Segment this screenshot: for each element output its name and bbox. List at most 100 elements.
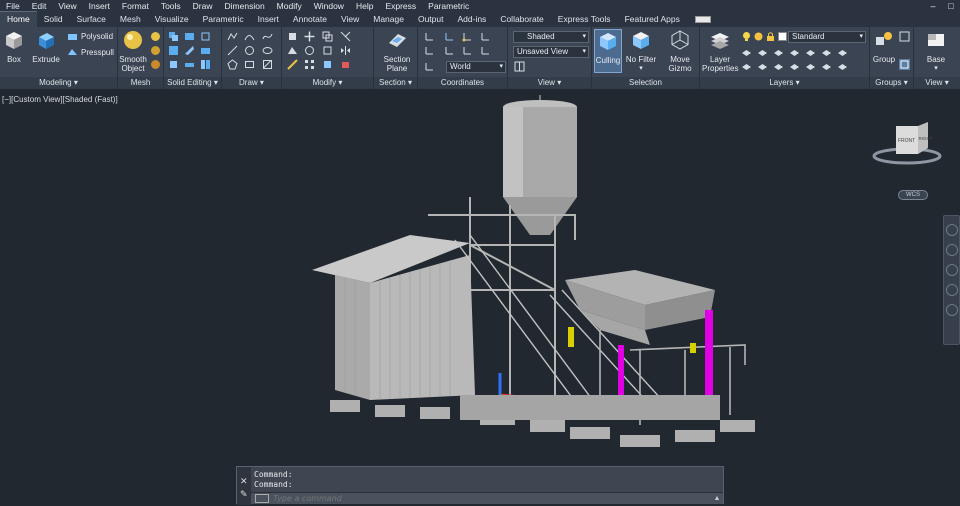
layer-thaw-icon[interactable] bbox=[753, 31, 764, 42]
align-icon[interactable] bbox=[322, 45, 333, 56]
menu-parametric[interactable]: Parametric bbox=[422, 0, 475, 12]
erase-icon[interactable] bbox=[340, 59, 351, 70]
ellipse-icon[interactable] bbox=[262, 45, 273, 56]
mesh-smooth-more-icon[interactable] bbox=[150, 31, 161, 42]
thicken-icon[interactable] bbox=[184, 59, 195, 70]
zoom-extents-icon[interactable] bbox=[945, 264, 958, 276]
panel-layers-title[interactable]: Layers ▾ bbox=[700, 77, 869, 89]
layer-unlock-icon[interactable] bbox=[805, 61, 816, 72]
panel-draw-title[interactable]: Draw ▾ bbox=[222, 77, 281, 89]
menu-tools[interactable]: Tools bbox=[155, 0, 187, 12]
tab-view[interactable]: View bbox=[334, 12, 366, 27]
move-gizmo-button[interactable]: Move Gizmo bbox=[664, 29, 696, 73]
command-recent-icon[interactable] bbox=[255, 494, 269, 503]
panel-groups-title[interactable]: Groups ▾ bbox=[870, 77, 913, 89]
minimize-button[interactable]: – bbox=[924, 0, 942, 12]
close-icon[interactable]: ✕ bbox=[240, 476, 248, 487]
layer-properties-button[interactable]: Layer Properties bbox=[702, 29, 738, 73]
extrude-faces-icon[interactable] bbox=[200, 45, 211, 56]
panel-modify-title[interactable]: Modify ▾ bbox=[282, 77, 373, 89]
ucs-view-icon[interactable] bbox=[424, 45, 435, 56]
tab-insert[interactable]: Insert bbox=[251, 12, 286, 27]
array-icon[interactable] bbox=[304, 59, 315, 70]
section-plane-button[interactable]: Section Plane bbox=[380, 29, 414, 73]
menu-window[interactable]: Window bbox=[308, 0, 350, 12]
viewcube[interactable]: FRONT RIGHT bbox=[872, 120, 942, 166]
base-button[interactable]: Base ▾ bbox=[922, 29, 950, 73]
panel-solid-editing-title[interactable]: Solid Editing ▾ bbox=[164, 77, 221, 89]
menu-dimension[interactable]: Dimension bbox=[219, 0, 271, 12]
panel-coordinates-title[interactable]: Coordinates bbox=[418, 77, 507, 89]
named-view-dropdown[interactable]: Unsaved View bbox=[513, 46, 589, 58]
layer-thaw-all-icon[interactable] bbox=[837, 61, 848, 72]
line-icon[interactable] bbox=[227, 45, 238, 56]
menu-format[interactable]: Format bbox=[116, 0, 155, 12]
stretch-icon[interactable] bbox=[322, 59, 333, 70]
visual-style-dropdown[interactable]: Shaded bbox=[513, 31, 589, 43]
intersect-icon[interactable] bbox=[168, 59, 179, 70]
interfere-icon[interactable] bbox=[184, 31, 195, 42]
tab-surface[interactable]: Surface bbox=[70, 12, 113, 27]
pan-icon[interactable] bbox=[945, 244, 958, 256]
layer-merge-icon[interactable] bbox=[757, 61, 768, 72]
panel-modeling-title[interactable]: Modeling ▾ bbox=[0, 77, 117, 89]
subtract-icon[interactable] bbox=[168, 45, 179, 56]
tab-solid[interactable]: Solid bbox=[37, 12, 70, 27]
move-icon[interactable] bbox=[304, 31, 315, 42]
tab-visualize[interactable]: Visualize bbox=[148, 12, 196, 27]
rotate-icon[interactable] bbox=[304, 45, 315, 56]
restore-button[interactable]: □ bbox=[942, 0, 960, 12]
ucs-named-icon[interactable] bbox=[424, 61, 435, 72]
layer-color-icon[interactable] bbox=[777, 31, 788, 42]
slice-icon[interactable] bbox=[184, 45, 195, 56]
rotate-3d-icon[interactable] bbox=[287, 45, 298, 56]
edit-icon[interactable] bbox=[287, 59, 298, 70]
polysolid-button[interactable]: Polysolid bbox=[67, 31, 113, 42]
no-filter-button[interactable]: No Filter ▾ bbox=[625, 29, 657, 73]
polygon-icon[interactable] bbox=[227, 59, 238, 70]
group-selection-toggle-icon[interactable] bbox=[899, 59, 910, 70]
gizmo-icon[interactable] bbox=[287, 31, 298, 42]
panel-selection-title[interactable]: Selection bbox=[592, 77, 699, 89]
layer-make-current-icon[interactable] bbox=[741, 47, 752, 58]
panel-view-base-title[interactable]: View ▾ bbox=[914, 77, 960, 89]
menu-express[interactable]: Express bbox=[379, 0, 422, 12]
tab-collaborate[interactable]: Collaborate bbox=[493, 12, 550, 27]
ucs-3point-icon[interactable] bbox=[480, 31, 491, 42]
tab-overflow-dropdown[interactable] bbox=[694, 16, 711, 23]
layer-freeze-icon[interactable] bbox=[821, 47, 832, 58]
ucs-origin-icon[interactable] bbox=[462, 31, 473, 42]
circle-icon[interactable] bbox=[244, 45, 255, 56]
tab-output[interactable]: Output bbox=[411, 12, 451, 27]
wcs-menu[interactable]: WCS bbox=[898, 190, 928, 200]
command-input[interactable] bbox=[273, 494, 711, 503]
steering-wheel-icon[interactable] bbox=[945, 224, 958, 236]
ucs-object-icon[interactable] bbox=[444, 45, 455, 56]
viewport-controls-label[interactable]: [−][Custom View][Shaded (Fast)] bbox=[2, 95, 118, 104]
mesh-refine-icon[interactable] bbox=[150, 59, 161, 70]
box-button[interactable]: Box bbox=[2, 29, 26, 64]
ucs-face-icon[interactable] bbox=[462, 45, 473, 56]
menu-view[interactable]: View bbox=[52, 0, 82, 12]
extract-edges-icon[interactable] bbox=[200, 31, 211, 42]
panel-section-title[interactable]: Section ▾ bbox=[374, 77, 417, 89]
orbit-icon[interactable] bbox=[945, 284, 958, 296]
mirror-icon[interactable] bbox=[340, 45, 351, 56]
tab-annotate[interactable]: Annotate bbox=[286, 12, 334, 27]
union-icon[interactable] bbox=[168, 31, 179, 42]
panel-mesh-title[interactable]: Mesh bbox=[118, 77, 163, 89]
mesh-smooth-less-icon[interactable] bbox=[150, 45, 161, 56]
hatch-icon[interactable] bbox=[262, 59, 273, 70]
ucs-zaxis-icon[interactable] bbox=[480, 45, 491, 56]
ucs-world-icon[interactable] bbox=[444, 31, 455, 42]
layer-walk-icon[interactable] bbox=[741, 61, 752, 72]
tab-add-ins[interactable]: Add-ins bbox=[450, 12, 493, 27]
layer-copy-icon[interactable] bbox=[821, 61, 832, 72]
presspull-button[interactable]: Presspull bbox=[67, 47, 114, 58]
layer-lock-all-icon[interactable] bbox=[789, 61, 800, 72]
viewcube-right-label[interactable]: RIGHT bbox=[919, 136, 933, 141]
command-window-grip[interactable]: ✕ ✎ bbox=[237, 467, 251, 505]
smooth-object-button[interactable]: Smooth Object bbox=[118, 29, 148, 73]
separate-icon[interactable] bbox=[200, 59, 211, 70]
tab-parametric[interactable]: Parametric bbox=[196, 12, 251, 27]
